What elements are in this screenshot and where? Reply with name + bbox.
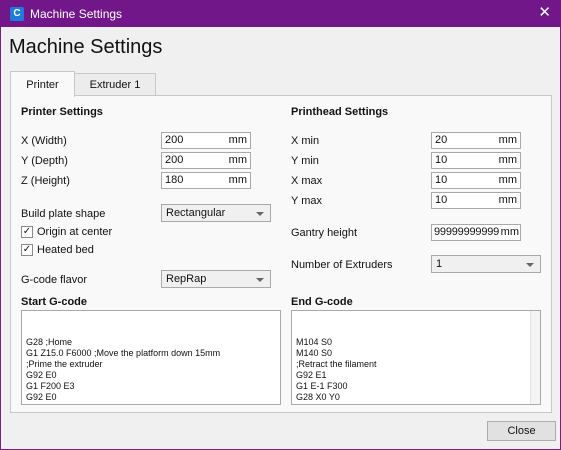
build-plate-value: Rectangular (166, 207, 226, 219)
chevron-down-icon (256, 212, 264, 216)
scrollbar[interactable] (530, 311, 540, 404)
origin-center-label: Origin at center (37, 226, 113, 238)
printhead-settings-title: Printhead Settings (291, 106, 389, 118)
end-gcode-title: End G-code (291, 296, 353, 308)
gcode-flavor-value: RepRap (166, 273, 207, 285)
depth-field[interactable]: 200 mm (161, 152, 251, 169)
y-min-unit: mm (498, 154, 517, 166)
page-title: Machine Settings (9, 36, 163, 58)
chevron-down-icon (256, 278, 264, 282)
dialog-body: Machine Settings Printer Extruder 1 Prin… (1, 27, 560, 449)
x-min-unit: mm (498, 134, 517, 146)
y-max-unit: mm (498, 194, 517, 206)
depth-label: Y (Depth) (21, 155, 68, 167)
origin-center-checkbox[interactable]: ✓ (21, 226, 33, 238)
width-value: 200 (165, 134, 184, 146)
tab-printer[interactable]: Printer (10, 71, 75, 97)
gantry-height-unit: mm (500, 226, 519, 238)
height-unit: mm (228, 174, 247, 186)
chevron-down-icon (526, 263, 534, 267)
gantry-height-field[interactable]: 99999999999 mm (431, 224, 521, 241)
end-gcode-text: M104 S0 M140 S0 ;Retract the filament G9… (296, 337, 377, 404)
start-gcode-editor[interactable]: G28 ;Home G1 Z15.0 F6000 ;Move the platf… (21, 310, 281, 405)
depth-unit: mm (228, 154, 247, 166)
y-max-value: 10 (435, 194, 448, 206)
close-button[interactable]: Close (487, 421, 556, 441)
y-min-field[interactable]: 10 mm (431, 152, 521, 169)
height-label: Z (Height) (21, 175, 70, 187)
heated-bed-checkbox[interactable]: ✓ (21, 244, 33, 256)
y-max-field[interactable]: 10 mm (431, 192, 521, 209)
x-min-value: 20 (435, 134, 448, 146)
x-min-field[interactable]: 20 mm (431, 132, 521, 149)
extruders-dropdown[interactable]: 1 (431, 255, 541, 273)
gcode-flavor-label: G-code flavor (21, 274, 88, 286)
printer-tab-panel: Printer Settings X (Width) 200 mm Y (Dep… (10, 95, 552, 413)
start-gcode-text: G28 ;Home G1 Z15.0 F6000 ;Move the platf… (26, 337, 221, 402)
extruders-value: 1 (436, 258, 443, 270)
height-field[interactable]: 180 mm (161, 172, 251, 189)
cura-app-icon: C (10, 6, 24, 21)
build-plate-label: Build plate shape (21, 208, 106, 220)
y-min-value: 10 (435, 154, 448, 166)
window-title: Machine Settings (30, 6, 123, 21)
height-value: 180 (165, 174, 184, 186)
width-label: X (Width) (21, 135, 67, 147)
y-max-label: Y max (291, 195, 322, 207)
gantry-height-value: 99999999999 (434, 226, 500, 238)
build-plate-dropdown[interactable]: Rectangular (161, 204, 271, 222)
gantry-height-label: Gantry height (291, 227, 358, 239)
x-max-label: X max (291, 175, 323, 187)
title-bar: C Machine Settings ✕ (0, 0, 561, 27)
printer-settings-title: Printer Settings (21, 106, 103, 118)
x-max-value: 10 (435, 174, 448, 186)
start-gcode-title: Start G-code (21, 296, 88, 308)
heated-bed-label: Heated bed (37, 244, 94, 256)
close-icon[interactable]: ✕ (538, 5, 551, 21)
end-gcode-editor[interactable]: M104 S0 M140 S0 ;Retract the filament G9… (291, 310, 541, 405)
tab-extruder-1[interactable]: Extruder 1 (74, 73, 156, 95)
depth-value: 200 (165, 154, 184, 166)
x-min-label: X min (291, 135, 320, 147)
x-max-unit: mm (498, 174, 517, 186)
gcode-flavor-dropdown[interactable]: RepRap (161, 270, 271, 288)
width-unit: mm (228, 134, 247, 146)
y-min-label: Y min (291, 155, 319, 167)
extruders-label: Number of Extruders (291, 259, 393, 271)
width-field[interactable]: 200 mm (161, 132, 251, 149)
x-max-field[interactable]: 10 mm (431, 172, 521, 189)
